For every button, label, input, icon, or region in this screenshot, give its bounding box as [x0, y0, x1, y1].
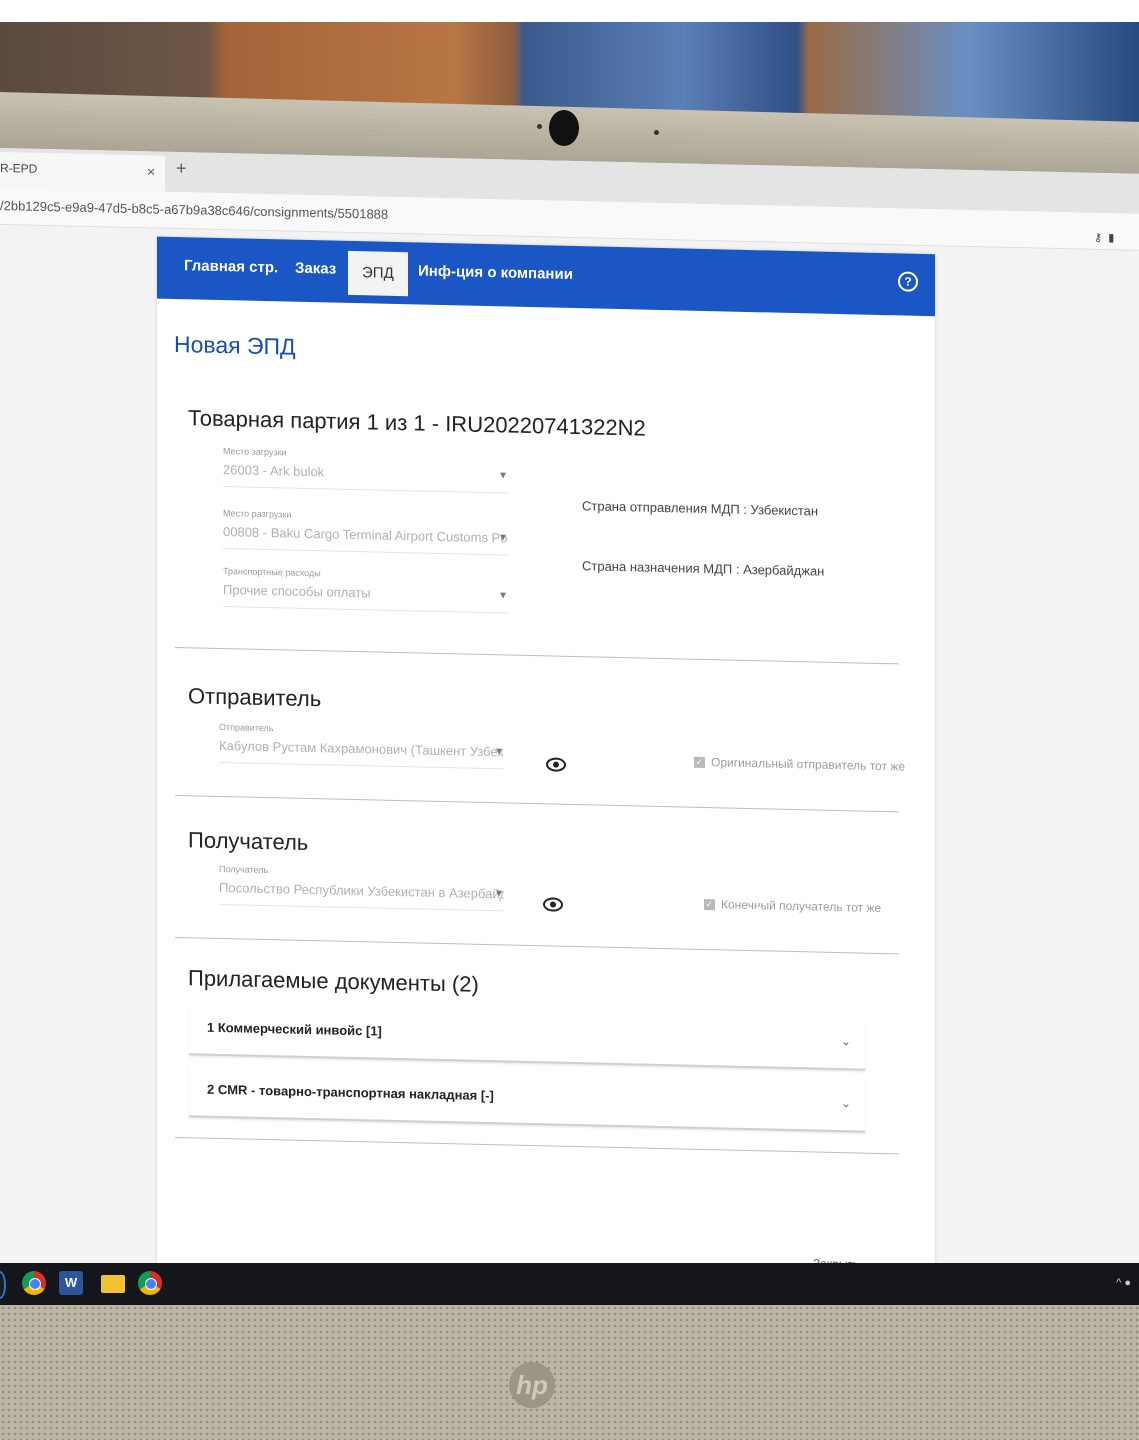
consignment-title: Товарная партия 1 из 1 - IRU20220741322N…	[188, 405, 646, 441]
close-tab-icon[interactable]: ×	[147, 155, 155, 187]
room-background	[0, 0, 1139, 22]
recipient-title: Получатель	[188, 827, 309, 855]
word-icon[interactable]: W	[59, 1271, 83, 1295]
final-recipient-checkbox-row[interactable]: ✓ Конечный получатель тот же	[704, 897, 881, 915]
nav-company-info[interactable]: Инф-ция о компании	[418, 262, 573, 283]
dropdown-arrow-icon[interactable]: ▼	[498, 470, 508, 481]
sensor-dot	[654, 130, 659, 135]
extension-icons[interactable]: ⚷ ▮	[1094, 231, 1114, 244]
chevron-down-icon[interactable]: ⌄	[841, 1034, 851, 1048]
sender-value: Кабулов Рустам Кахрамонович (Ташкент Узб…	[219, 737, 504, 760]
monitor-screen: R-EPD × + /2bb129c5-e9a9-47d5-b8c5-a67b9…	[0, 148, 1139, 1295]
dropdown-arrow-icon[interactable]: ▼	[498, 590, 508, 601]
document-row[interactable]: 1 Коммерческий инвойс [1] ⌄	[189, 1005, 865, 1071]
nav-home[interactable]: Главная стр.	[184, 257, 278, 276]
loading-place-select[interactable]: 26003 - Ark bulok ▼	[223, 462, 508, 494]
chevron-down-icon[interactable]: ⌄	[841, 1096, 851, 1110]
edge-icon[interactable]	[0, 1271, 6, 1299]
sender-label: Отправитель	[219, 721, 274, 734]
unloading-place-value: 00808 - Baku Cargo Terminal Airport Cust…	[223, 524, 508, 546]
unloading-place-label: Место разгрузки	[223, 508, 292, 520]
chrome-icon[interactable]	[138, 1271, 162, 1295]
transport-costs-value: Прочие способы оплаты	[223, 582, 371, 601]
system-tray-icon[interactable]: ^ ●	[1116, 1277, 1131, 1289]
browser-tab[interactable]: R-EPD ×	[0, 152, 165, 192]
checkbox-checked-icon[interactable]: ✓	[704, 899, 715, 911]
sender-field[interactable]: Отправитель Кабулов Рустам Кахрамонович …	[219, 721, 504, 770]
document-title: 2 CMR - товарно-транспортная накладная […	[207, 1081, 494, 1104]
app-container: Главная стр. Заказ ЭПД Инф-ция о компани…	[157, 236, 935, 1295]
section-divider	[175, 794, 899, 813]
documents-title: Прилагаемые документы (2)	[188, 965, 479, 997]
destination-country-text: Страна назначения МДП : Азербайджан	[582, 558, 825, 579]
chrome-icon[interactable]	[22, 1271, 46, 1295]
url-text[interactable]: /2bb129c5-e9a9-47d5-b8c5-a67b9a38c646/co…	[0, 198, 388, 222]
checkbox-checked-icon[interactable]: ✓	[694, 757, 705, 769]
webcam-icon	[549, 110, 579, 146]
view-recipient-eye-icon[interactable]	[543, 897, 563, 912]
file-explorer-icon[interactable]	[101, 1275, 125, 1293]
dropdown-arrow-icon[interactable]: ▼	[494, 888, 504, 899]
windows-taskbar: W ^ ●	[0, 1263, 1139, 1305]
transport-costs-select[interactable]: Прочие способы оплаты ▼	[223, 582, 508, 614]
new-tab-icon[interactable]: +	[176, 158, 187, 179]
recipient-label: Получатель	[219, 863, 269, 876]
dropdown-arrow-icon[interactable]: ▼	[494, 746, 504, 757]
unloading-place-select[interactable]: 00808 - Baku Cargo Terminal Airport Cust…	[223, 524, 508, 556]
original-sender-checkbox-row[interactable]: ✓ Оригинальный отправитель тот же	[694, 755, 905, 774]
nav-epd[interactable]: ЭПД	[348, 250, 408, 297]
unloading-place-field[interactable]: Место разгрузки 00808 - Baku Cargo Termi…	[223, 508, 508, 556]
section-divider	[175, 1136, 899, 1155]
page-title: Новая ЭПД	[174, 330, 296, 360]
loading-place-value: 26003 - Ark bulok	[223, 462, 325, 480]
nav-order[interactable]: Заказ	[295, 260, 336, 278]
departure-country-text: Страна отправления МДП : Узбекистан	[582, 498, 819, 519]
sender-title: Отправитель	[188, 683, 322, 712]
browser-tab-title: R-EPD	[0, 161, 38, 176]
section-divider	[175, 646, 899, 665]
transport-costs-label: Транспортные расходы	[223, 566, 321, 579]
recipient-value: Посольство Республики Узбекистан в Азерб…	[219, 879, 504, 902]
monitor-speaker-grille	[0, 1305, 1139, 1440]
extension-icon[interactable]: ▮	[1108, 232, 1114, 244]
loading-place-label: Место загрузки	[223, 446, 287, 458]
final-recipient-label: Конечный получатель тот же	[721, 897, 882, 915]
original-sender-label: Оригинальный отправитель тот же	[711, 755, 905, 774]
help-icon[interactable]: ?	[898, 271, 918, 292]
sender-select[interactable]: Кабулов Рустам Кахрамонович (Ташкент Узб…	[219, 737, 504, 770]
dropdown-arrow-icon[interactable]: ▼	[498, 532, 508, 543]
key-icon[interactable]: ⚷	[1094, 232, 1102, 244]
document-title: 1 Коммерческий инвойс [1]	[207, 1019, 382, 1039]
loading-place-field[interactable]: Место загрузки 26003 - Ark bulok ▼	[223, 446, 508, 494]
recipient-field[interactable]: Получатель Посольство Республики Узбекис…	[219, 863, 504, 912]
section-divider	[175, 936, 899, 955]
recipient-select[interactable]: Посольство Республики Узбекистан в Азерб…	[219, 879, 504, 912]
hp-logo-icon: hp	[509, 1362, 555, 1408]
sensor-dot	[537, 124, 542, 129]
transport-costs-field[interactable]: Транспортные расходы Прочие способы опла…	[223, 566, 508, 614]
view-sender-eye-icon[interactable]	[546, 757, 566, 772]
document-row[interactable]: 2 CMR - товарно-транспортная накладная […	[189, 1067, 865, 1133]
